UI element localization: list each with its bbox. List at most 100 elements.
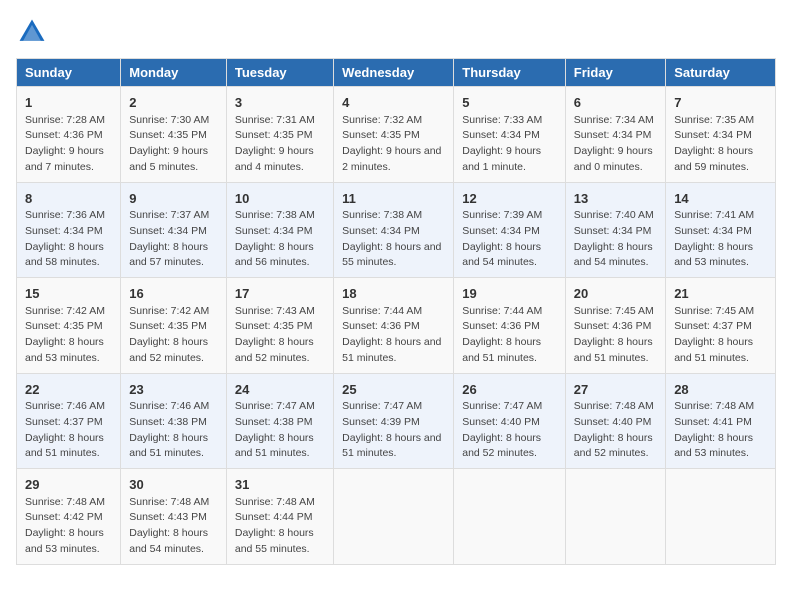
calendar-cell: 19Sunrise: 7:44 AMSunset: 4:36 PMDayligh… <box>454 278 566 374</box>
day-info: Sunrise: 7:41 AMSunset: 4:34 PMDaylight:… <box>674 208 767 271</box>
calendar-table: SundayMondayTuesdayWednesdayThursdayFrid… <box>16 58 776 565</box>
calendar-cell: 28Sunrise: 7:48 AMSunset: 4:41 PMDayligh… <box>666 373 776 469</box>
column-header-sunday: Sunday <box>17 59 121 87</box>
day-info: Sunrise: 7:42 AMSunset: 4:35 PMDaylight:… <box>129 304 218 367</box>
column-header-wednesday: Wednesday <box>334 59 454 87</box>
calendar-cell: 14Sunrise: 7:41 AMSunset: 4:34 PMDayligh… <box>666 182 776 278</box>
day-info: Sunrise: 7:46 AMSunset: 4:38 PMDaylight:… <box>129 399 218 462</box>
page-header <box>16 16 776 48</box>
calendar-cell: 12Sunrise: 7:39 AMSunset: 4:34 PMDayligh… <box>454 182 566 278</box>
calendar-cell: 26Sunrise: 7:47 AMSunset: 4:40 PMDayligh… <box>454 373 566 469</box>
calendar-cell: 16Sunrise: 7:42 AMSunset: 4:35 PMDayligh… <box>121 278 227 374</box>
day-number: 13 <box>574 189 657 209</box>
day-number: 15 <box>25 284 112 304</box>
calendar-cell <box>666 469 776 565</box>
logo <box>16 16 52 48</box>
day-info: Sunrise: 7:38 AMSunset: 4:34 PMDaylight:… <box>235 208 325 271</box>
calendar-cell: 23Sunrise: 7:46 AMSunset: 4:38 PMDayligh… <box>121 373 227 469</box>
calendar-cell: 20Sunrise: 7:45 AMSunset: 4:36 PMDayligh… <box>565 278 665 374</box>
day-number: 17 <box>235 284 325 304</box>
calendar-cell: 21Sunrise: 7:45 AMSunset: 4:37 PMDayligh… <box>666 278 776 374</box>
calendar-cell: 2Sunrise: 7:30 AMSunset: 4:35 PMDaylight… <box>121 87 227 183</box>
calendar-cell: 27Sunrise: 7:48 AMSunset: 4:40 PMDayligh… <box>565 373 665 469</box>
day-number: 11 <box>342 189 445 209</box>
day-info: Sunrise: 7:46 AMSunset: 4:37 PMDaylight:… <box>25 399 112 462</box>
day-info: Sunrise: 7:44 AMSunset: 4:36 PMDaylight:… <box>462 304 557 367</box>
day-number: 10 <box>235 189 325 209</box>
day-number: 7 <box>674 93 767 113</box>
day-number: 18 <box>342 284 445 304</box>
logo-icon <box>16 16 48 48</box>
day-number: 30 <box>129 475 218 495</box>
column-header-thursday: Thursday <box>454 59 566 87</box>
calendar-cell: 3Sunrise: 7:31 AMSunset: 4:35 PMDaylight… <box>226 87 333 183</box>
calendar-cell: 10Sunrise: 7:38 AMSunset: 4:34 PMDayligh… <box>226 182 333 278</box>
day-number: 19 <box>462 284 557 304</box>
day-info: Sunrise: 7:47 AMSunset: 4:39 PMDaylight:… <box>342 399 445 462</box>
calendar-week-row: 22Sunrise: 7:46 AMSunset: 4:37 PMDayligh… <box>17 373 776 469</box>
calendar-week-row: 15Sunrise: 7:42 AMSunset: 4:35 PMDayligh… <box>17 278 776 374</box>
calendar-cell: 8Sunrise: 7:36 AMSunset: 4:34 PMDaylight… <box>17 182 121 278</box>
calendar-cell <box>334 469 454 565</box>
day-number: 6 <box>574 93 657 113</box>
calendar-cell: 22Sunrise: 7:46 AMSunset: 4:37 PMDayligh… <box>17 373 121 469</box>
calendar-cell: 29Sunrise: 7:48 AMSunset: 4:42 PMDayligh… <box>17 469 121 565</box>
day-info: Sunrise: 7:39 AMSunset: 4:34 PMDaylight:… <box>462 208 557 271</box>
day-number: 27 <box>574 380 657 400</box>
day-info: Sunrise: 7:30 AMSunset: 4:35 PMDaylight:… <box>129 113 218 176</box>
day-number: 12 <box>462 189 557 209</box>
calendar-week-row: 29Sunrise: 7:48 AMSunset: 4:42 PMDayligh… <box>17 469 776 565</box>
day-number: 14 <box>674 189 767 209</box>
day-info: Sunrise: 7:47 AMSunset: 4:40 PMDaylight:… <box>462 399 557 462</box>
calendar-week-row: 8Sunrise: 7:36 AMSunset: 4:34 PMDaylight… <box>17 182 776 278</box>
calendar-cell: 24Sunrise: 7:47 AMSunset: 4:38 PMDayligh… <box>226 373 333 469</box>
calendar-week-row: 1Sunrise: 7:28 AMSunset: 4:36 PMDaylight… <box>17 87 776 183</box>
day-number: 31 <box>235 475 325 495</box>
column-header-monday: Monday <box>121 59 227 87</box>
calendar-cell: 18Sunrise: 7:44 AMSunset: 4:36 PMDayligh… <box>334 278 454 374</box>
calendar-cell <box>454 469 566 565</box>
calendar-cell: 13Sunrise: 7:40 AMSunset: 4:34 PMDayligh… <box>565 182 665 278</box>
calendar-cell: 30Sunrise: 7:48 AMSunset: 4:43 PMDayligh… <box>121 469 227 565</box>
day-info: Sunrise: 7:48 AMSunset: 4:40 PMDaylight:… <box>574 399 657 462</box>
calendar-cell: 11Sunrise: 7:38 AMSunset: 4:34 PMDayligh… <box>334 182 454 278</box>
day-info: Sunrise: 7:40 AMSunset: 4:34 PMDaylight:… <box>574 208 657 271</box>
day-info: Sunrise: 7:35 AMSunset: 4:34 PMDaylight:… <box>674 113 767 176</box>
day-number: 25 <box>342 380 445 400</box>
calendar-cell <box>565 469 665 565</box>
calendar-cell: 6Sunrise: 7:34 AMSunset: 4:34 PMDaylight… <box>565 87 665 183</box>
calendar-cell: 17Sunrise: 7:43 AMSunset: 4:35 PMDayligh… <box>226 278 333 374</box>
day-info: Sunrise: 7:45 AMSunset: 4:36 PMDaylight:… <box>574 304 657 367</box>
day-info: Sunrise: 7:42 AMSunset: 4:35 PMDaylight:… <box>25 304 112 367</box>
calendar-cell: 15Sunrise: 7:42 AMSunset: 4:35 PMDayligh… <box>17 278 121 374</box>
day-info: Sunrise: 7:48 AMSunset: 4:41 PMDaylight:… <box>674 399 767 462</box>
day-number: 20 <box>574 284 657 304</box>
day-number: 2 <box>129 93 218 113</box>
day-number: 4 <box>342 93 445 113</box>
column-header-saturday: Saturday <box>666 59 776 87</box>
calendar-header-row: SundayMondayTuesdayWednesdayThursdayFrid… <box>17 59 776 87</box>
day-info: Sunrise: 7:31 AMSunset: 4:35 PMDaylight:… <box>235 113 325 176</box>
day-number: 21 <box>674 284 767 304</box>
day-info: Sunrise: 7:36 AMSunset: 4:34 PMDaylight:… <box>25 208 112 271</box>
day-info: Sunrise: 7:38 AMSunset: 4:34 PMDaylight:… <box>342 208 445 271</box>
day-number: 26 <box>462 380 557 400</box>
day-info: Sunrise: 7:45 AMSunset: 4:37 PMDaylight:… <box>674 304 767 367</box>
day-info: Sunrise: 7:43 AMSunset: 4:35 PMDaylight:… <box>235 304 325 367</box>
column-header-friday: Friday <box>565 59 665 87</box>
day-info: Sunrise: 7:47 AMSunset: 4:38 PMDaylight:… <box>235 399 325 462</box>
calendar-cell: 25Sunrise: 7:47 AMSunset: 4:39 PMDayligh… <box>334 373 454 469</box>
day-number: 23 <box>129 380 218 400</box>
day-info: Sunrise: 7:34 AMSunset: 4:34 PMDaylight:… <box>574 113 657 176</box>
calendar-cell: 1Sunrise: 7:28 AMSunset: 4:36 PMDaylight… <box>17 87 121 183</box>
day-number: 22 <box>25 380 112 400</box>
day-number: 24 <box>235 380 325 400</box>
column-header-tuesday: Tuesday <box>226 59 333 87</box>
day-info: Sunrise: 7:28 AMSunset: 4:36 PMDaylight:… <box>25 113 112 176</box>
day-number: 9 <box>129 189 218 209</box>
calendar-cell: 4Sunrise: 7:32 AMSunset: 4:35 PMDaylight… <box>334 87 454 183</box>
day-number: 8 <box>25 189 112 209</box>
day-info: Sunrise: 7:48 AMSunset: 4:42 PMDaylight:… <box>25 495 112 558</box>
calendar-cell: 9Sunrise: 7:37 AMSunset: 4:34 PMDaylight… <box>121 182 227 278</box>
day-info: Sunrise: 7:44 AMSunset: 4:36 PMDaylight:… <box>342 304 445 367</box>
